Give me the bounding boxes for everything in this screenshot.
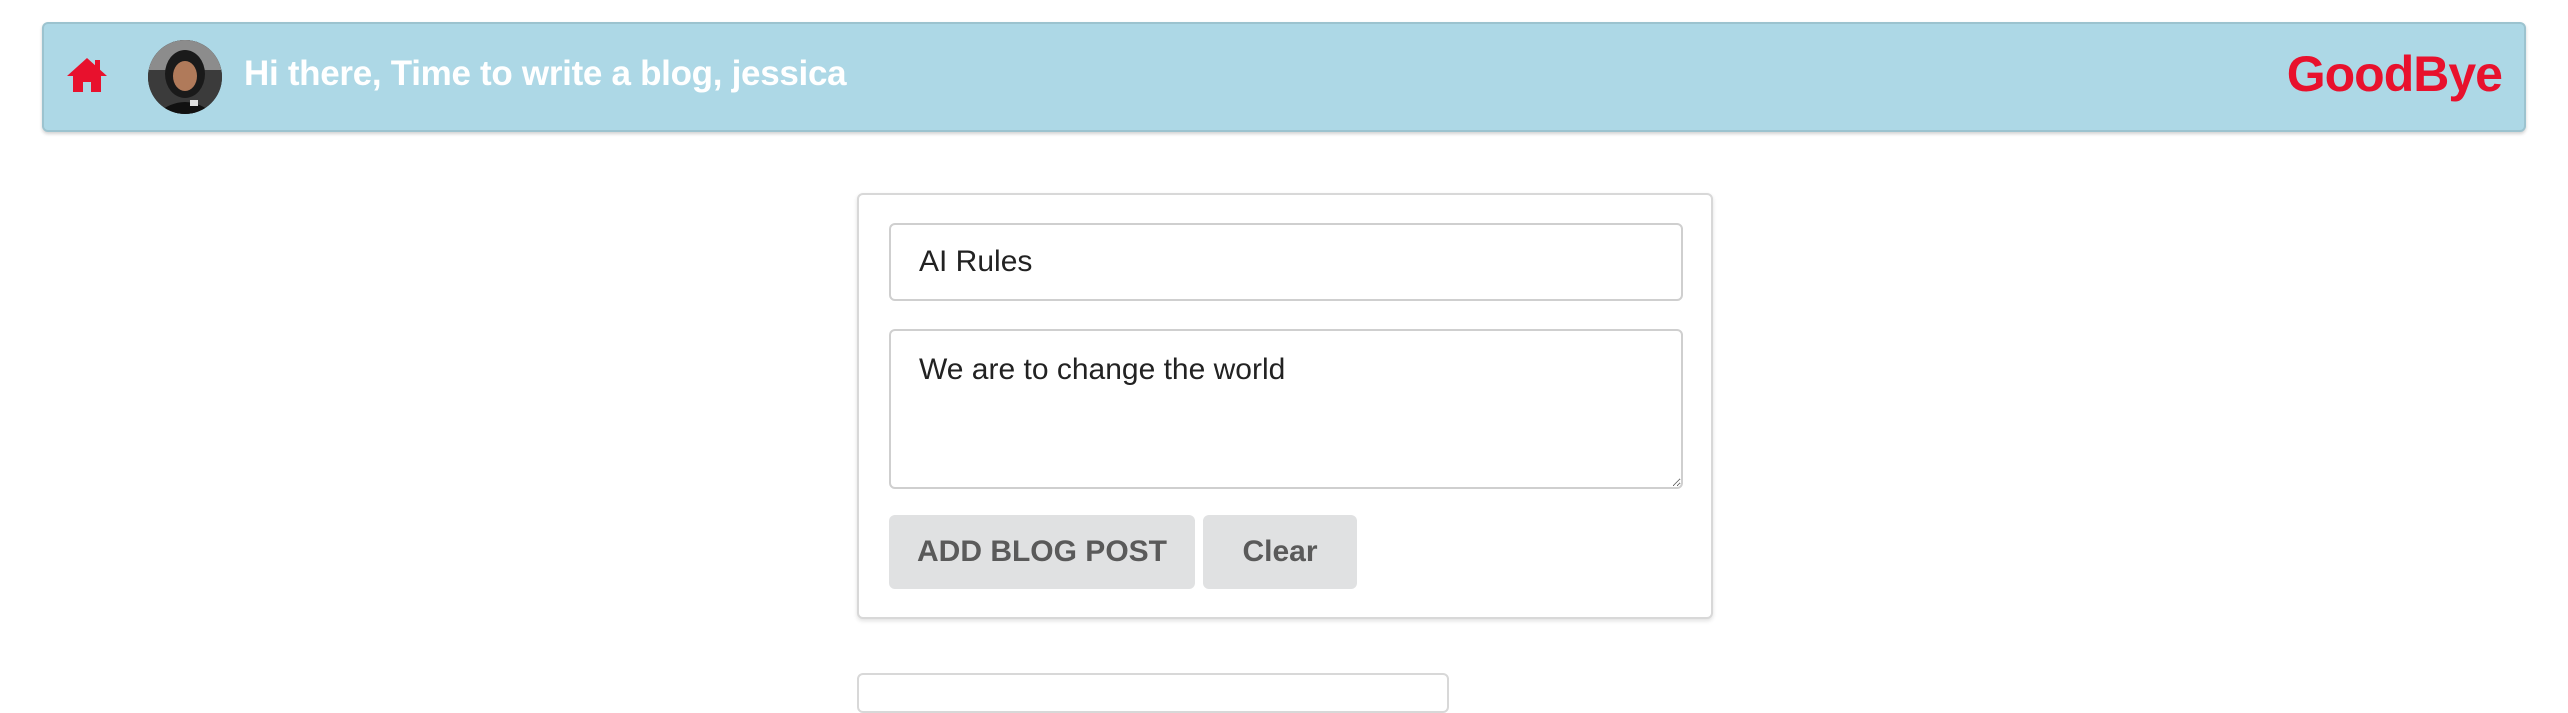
- post-title-input[interactable]: [889, 223, 1683, 301]
- top-nav-bar: Hi there, Time to write a blog, jessica …: [42, 22, 2526, 132]
- post-body-textarea[interactable]: We are to change the world: [889, 329, 1683, 489]
- blog-post-form: We are to change the world ADD BLOG POST…: [857, 193, 1713, 619]
- add-blog-post-button[interactable]: ADD BLOG POST: [889, 515, 1195, 589]
- avatar: [148, 40, 222, 114]
- logout-link[interactable]: GoodBye: [2287, 42, 2503, 106]
- greeting-text: Hi there, Time to write a blog, jessica: [244, 54, 847, 93]
- clear-button[interactable]: Clear: [1203, 515, 1357, 589]
- blog-post-card-partial: [857, 673, 1449, 713]
- home-icon[interactable]: [64, 52, 110, 98]
- home-icon-glyph: [67, 58, 107, 92]
- avatar-image: [148, 40, 222, 114]
